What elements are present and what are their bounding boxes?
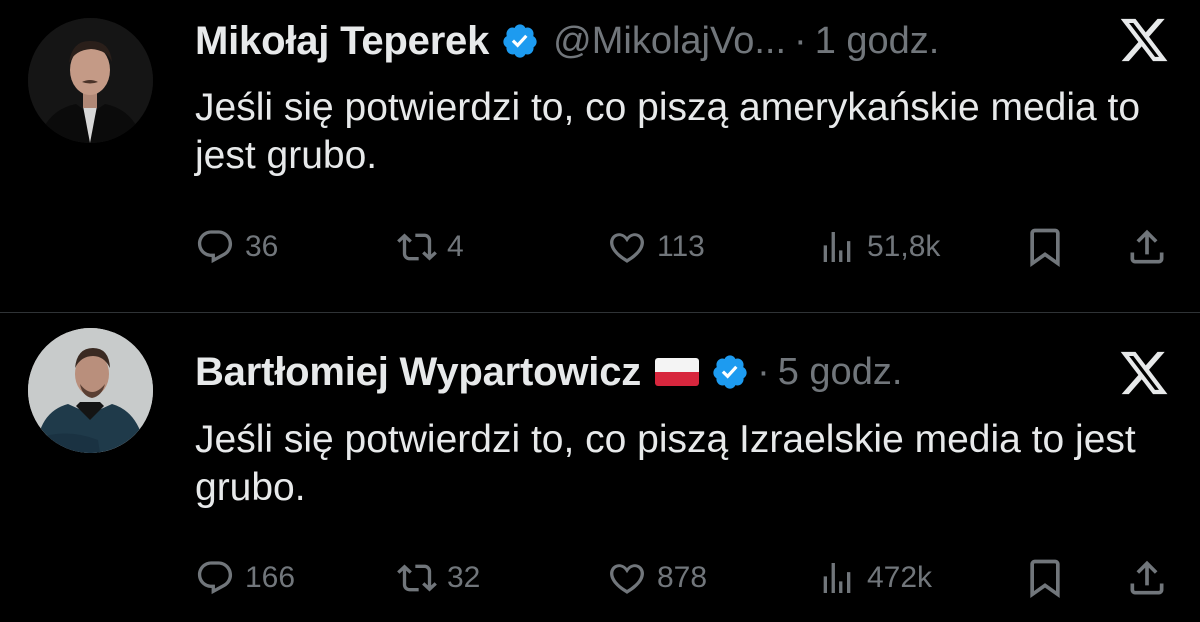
tweet-header: Mikołaj Teperek @MikolajVo... · 1 godz. xyxy=(195,14,939,68)
repost-icon xyxy=(397,227,437,267)
separator-dot: · xyxy=(757,350,770,393)
share-button[interactable] xyxy=(1125,222,1169,272)
repost-count: 32 xyxy=(447,561,481,594)
share-button[interactable] xyxy=(1125,553,1169,603)
action-bar: 166 32 878 472k xyxy=(195,553,1175,603)
tweet-text: Jeśli się potwierdzi to, co piszą Izrael… xyxy=(195,418,1136,509)
views-button[interactable]: 51,8k xyxy=(817,222,940,272)
repost-icon xyxy=(397,558,437,598)
timestamp[interactable]: 5 godz. xyxy=(778,351,903,394)
x-logo-icon xyxy=(1118,347,1170,399)
bookmark-button[interactable] xyxy=(1023,222,1067,272)
bookmark-icon xyxy=(1023,225,1067,269)
repost-button[interactable]: 32 xyxy=(397,553,480,603)
author-handle[interactable]: @MikolajVo... xyxy=(553,20,786,63)
like-button[interactable]: 113 xyxy=(607,222,705,272)
views-icon xyxy=(817,227,857,267)
views-button[interactable]: 472k xyxy=(817,553,932,603)
like-count: 113 xyxy=(657,230,705,263)
share-icon xyxy=(1125,556,1169,600)
timestamp[interactable]: 1 godz. xyxy=(815,20,940,63)
tweet-text: Jeśli się potwierdzi to, co piszą ameryk… xyxy=(195,86,1141,177)
reply-count: 166 xyxy=(245,561,296,594)
views-icon xyxy=(817,558,857,598)
repost-button[interactable]: 4 xyxy=(397,222,464,272)
author-name[interactable]: Bartłomiej Wypartowicz xyxy=(195,350,641,395)
reply-icon xyxy=(195,227,235,267)
verified-badge-icon xyxy=(711,353,749,391)
like-count: 878 xyxy=(657,561,708,594)
reply-icon xyxy=(195,558,235,598)
action-bar: 36 4 113 51,8k xyxy=(195,222,1175,272)
avatar[interactable] xyxy=(28,18,153,143)
share-icon xyxy=(1125,225,1169,269)
avatar[interactable] xyxy=(28,328,153,453)
avatar-portrait-icon xyxy=(28,18,153,143)
bookmark-button[interactable] xyxy=(1023,553,1067,603)
bookmark-icon xyxy=(1023,556,1067,600)
views-count: 472k xyxy=(867,561,933,594)
reply-button[interactable]: 166 xyxy=(195,553,295,603)
views-count: 51,8k xyxy=(867,230,941,263)
avatar-portrait-icon xyxy=(28,328,153,453)
reply-button[interactable]: 36 xyxy=(195,222,278,272)
tweet-header: Bartłomiej Wypartowicz · 5 godz. xyxy=(195,345,902,399)
heart-icon xyxy=(607,558,647,598)
tweet[interactable]: Mikołaj Teperek @MikolajVo... · 1 godz. … xyxy=(0,0,1200,312)
separator-dot: · xyxy=(794,19,807,62)
tweet[interactable]: Bartłomiej Wypartowicz · 5 godz. Jeśli s… xyxy=(0,313,1200,622)
poland-flag-icon xyxy=(655,358,700,386)
reply-count: 36 xyxy=(245,230,279,263)
like-button[interactable]: 878 xyxy=(607,553,707,603)
author-name[interactable]: Mikołaj Teperek xyxy=(195,19,489,64)
repost-count: 4 xyxy=(447,230,464,263)
heart-icon xyxy=(607,227,647,267)
verified-badge-icon xyxy=(501,22,539,60)
x-logo-icon xyxy=(1118,14,1170,66)
